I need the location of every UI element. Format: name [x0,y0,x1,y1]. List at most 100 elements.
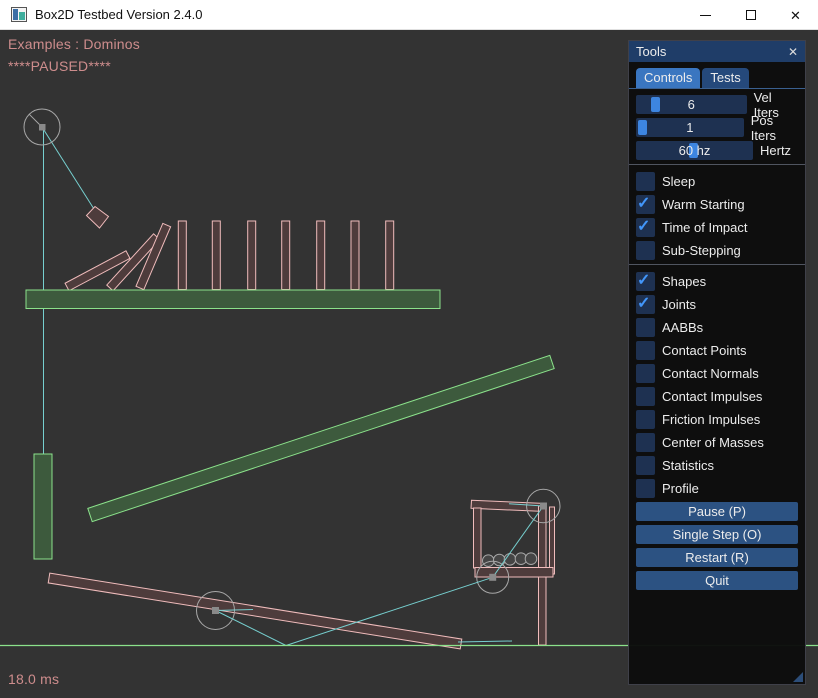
platform-shelf [26,290,440,309]
pos-iters-value: 1 [636,118,744,137]
checkbox-time-of-impact[interactable]: ✓ [636,218,655,237]
single-step-o-button[interactable]: Single Step (O) [636,525,798,544]
vel-iters-slider[interactable]: 6 [636,95,747,114]
maximize-button[interactable] [728,0,773,30]
slider-row-vel-iters: 6Vel Iters [636,95,798,114]
domino-standing-1 [178,221,186,290]
checkbox-label-friction-impulses: Friction Impulses [662,412,760,427]
checkbox-row-statistics: Statistics [636,456,798,475]
anchor-wheel [39,124,46,131]
checkmark-icon: ✓ [637,216,650,236]
separator [629,164,805,165]
minimize-icon [700,15,711,16]
checkbox-row-warm-starting: ✓ Warm Starting [636,195,798,214]
domino-standing-2 [212,221,220,290]
stand-right-rail [550,507,555,574]
anchor-stand-lower [489,574,496,581]
separator [629,264,805,265]
window-titlebar: Box2D Testbed Version 2.4.0 ✕ [0,0,818,30]
checkbox-label-sub-stepping: Sub-Stepping [662,243,741,258]
checkbox-center-of-masses[interactable] [636,433,655,452]
checkbox-label-shapes: Shapes [662,274,706,289]
checkbox-row-shapes: ✓ Shapes [636,272,798,291]
joint-line-pendulum [42,127,97,213]
checkbox-shapes[interactable]: ✓ [636,272,655,291]
tab-controls[interactable]: Controls [636,68,700,88]
app-icon [11,7,27,22]
checkbox-label-joints: Joints [662,297,696,312]
domino-standing-6 [351,221,359,290]
domino-standing-3 [248,221,256,290]
paused-status: ****PAUSED**** [8,58,111,74]
tab-bar: ControlsTests [629,68,805,89]
vel-iters-value: 6 [636,95,747,114]
checkbox-row-joints: ✓ Joints [636,295,798,314]
checkbox-profile[interactable] [636,479,655,498]
shelf-ball-5 [525,553,537,565]
checkbox-row-contact-impulses: Contact Impulses [636,387,798,406]
domino-standing-7 [386,221,394,290]
shelf-ball-2 [494,554,506,566]
checkbox-friction-impulses[interactable] [636,410,655,429]
tools-panel: Tools ✕ ControlsTests 6Vel Iters1Pos Ite… [628,40,806,685]
checkbox-row-friction-impulses: Friction Impulses [636,410,798,429]
checkbox-aabbs[interactable] [636,318,655,337]
checkmark-icon: ✓ [637,193,650,213]
anchor-stand-top [540,503,547,510]
checkbox-label-contact-impulses: Contact Impulses [662,389,762,404]
checkbox-label-center-of-masses: Center of Masses [662,435,764,450]
checkbox-row-aabbs: AABBs [636,318,798,337]
domino-standing-4 [282,221,290,290]
joint-line-ground-stub [458,641,512,642]
checkbox-label-time-of-impact: Time of Impact [662,220,747,235]
checkbox-contact-impulses[interactable] [636,387,655,406]
stand-top-beam [471,500,546,511]
checkbox-label-warm-starting: Warm Starting [662,197,745,212]
checkbox-sleep[interactable] [636,172,655,191]
stand-left-post [474,508,482,568]
tools-panel-close-icon[interactable]: ✕ [788,45,798,59]
close-button[interactable]: ✕ [773,0,818,30]
checkmark-icon: ✓ [637,270,650,290]
checkbox-row-contact-points: Contact Points [636,341,798,360]
window-title: Box2D Testbed Version 2.4.0 [35,7,202,22]
pause-p-button[interactable]: Pause (P) [636,502,798,521]
tools-panel-titlebar[interactable]: Tools ✕ [629,41,805,62]
domino-standing-5 [317,221,325,290]
checkbox-row-center-of-masses: Center of Masses [636,433,798,452]
checkbox-label-profile: Profile [662,481,699,496]
checkbox-contact-points[interactable] [636,341,655,360]
slider-row-hertz: 60 hzHertz [636,141,798,160]
checkbox-statistics[interactable] [636,456,655,475]
checkbox-row-contact-normals: Contact Normals [636,364,798,383]
tab-tests[interactable]: Tests [702,68,748,88]
tools-panel-title: Tools [636,44,788,59]
checkbox-warm-starting[interactable]: ✓ [636,195,655,214]
joint-rope-stand [493,506,544,577]
hertz-slider[interactable]: 60 hz [636,141,753,160]
stand-shelf [475,568,553,578]
pos-iters-label: Pos Iters [751,113,798,143]
hertz-value: 60 hz [636,141,753,160]
checkbox-label-contact-normals: Contact Normals [662,366,759,381]
checkbox-row-sleep: Sleep [636,172,798,191]
frame-time: 18.0 ms [8,671,59,687]
resize-grip[interactable] [793,672,803,682]
example-title: Examples : Dominos [8,36,140,52]
close-icon: ✕ [790,9,801,22]
pos-iters-slider[interactable]: 1 [636,118,744,137]
hanging-box [87,207,109,229]
restart-r-button[interactable]: Restart (R) [636,548,798,567]
checkmark-icon: ✓ [637,293,650,313]
maximize-icon [746,10,756,20]
tilting-plank [48,573,462,649]
checkbox-contact-normals[interactable] [636,364,655,383]
checkbox-label-aabbs: AABBs [662,320,703,335]
checkbox-label-sleep: Sleep [662,174,695,189]
slider-row-pos-iters: 1Pos Iters [636,118,798,137]
quit-button[interactable]: Quit [636,571,798,590]
minimize-button[interactable] [683,0,728,30]
checkbox-sub-stepping[interactable] [636,241,655,260]
shelf-ball-1 [483,555,495,567]
checkbox-joints[interactable]: ✓ [636,295,655,314]
